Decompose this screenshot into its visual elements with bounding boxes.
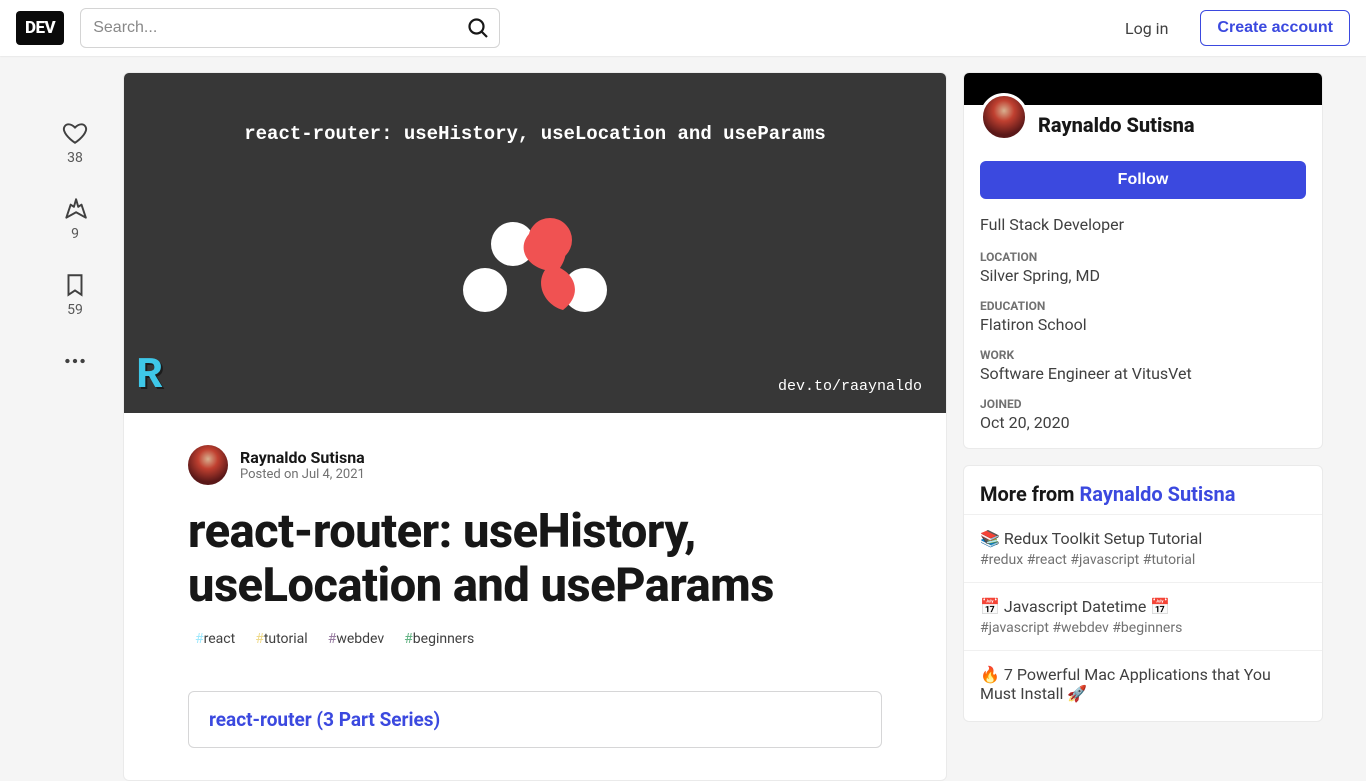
more-item-tags: #javascript #webdev #beginners: [980, 620, 1306, 636]
search-input[interactable]: [80, 8, 500, 48]
site-header: DEV Log in Create account: [0, 0, 1366, 56]
author-meta: LOCATION Silver Spring, MD EDUCATION Fla…: [980, 250, 1306, 432]
unicorn-icon: [62, 196, 88, 222]
meta-value-location: Silver Spring, MD: [980, 266, 1306, 285]
meta-value-joined: Oct 20, 2020: [980, 413, 1306, 432]
tag-webdev[interactable]: #webdev: [321, 627, 391, 651]
more-from-heading: More from Raynaldo Sutisna: [964, 466, 1322, 514]
series-box[interactable]: react-router (3 Part Series): [188, 691, 882, 748]
author-mark-icon: R: [136, 351, 162, 401]
like-count: 38: [67, 150, 83, 166]
author-card-avatar[interactable]: [980, 93, 1028, 141]
tag-tutorial[interactable]: #tutorial: [248, 627, 315, 651]
author-avatar[interactable]: [188, 445, 228, 485]
like-button[interactable]: 38: [62, 120, 88, 166]
tag-beginners[interactable]: #beginners: [397, 627, 481, 651]
more-item-title: 📚 Redux Toolkit Setup Tutorial: [980, 529, 1306, 548]
more-options-button[interactable]: [62, 348, 88, 374]
dots-icon: [62, 348, 88, 374]
search-button[interactable]: [460, 12, 496, 44]
search-wrap: [80, 8, 500, 48]
meta-label-joined: JOINED: [980, 397, 1306, 411]
main-column: react-router: useHistory, useLocation an…: [123, 72, 947, 781]
sidebar: Raynaldo Sutisna Follow Full Stack Devel…: [963, 72, 1323, 781]
author-card: Raynaldo Sutisna Follow Full Stack Devel…: [963, 72, 1323, 449]
author-name-link[interactable]: Raynaldo Sutisna: [240, 448, 365, 467]
meta-label-work: WORK: [980, 348, 1306, 362]
author-bio: Full Stack Developer: [980, 215, 1306, 234]
follow-button[interactable]: Follow: [980, 161, 1306, 199]
bookmark-count: 59: [67, 302, 83, 318]
search-icon: [466, 16, 490, 40]
cover-title: react-router: useHistory, useLocation an…: [124, 123, 946, 145]
meta-value-education: Flatiron School: [980, 315, 1306, 334]
more-from-author-link[interactable]: Raynaldo Sutisna: [1079, 482, 1235, 506]
author-byline: Raynaldo Sutisna Posted on Jul 4, 2021: [188, 445, 882, 485]
more-from-card: More from Raynaldo Sutisna 📚 Redux Toolk…: [963, 465, 1323, 722]
article-tags: #react #tutorial #webdev #beginners: [188, 627, 882, 651]
unicorn-count: 9: [71, 226, 79, 242]
unicorn-button[interactable]: 9: [62, 196, 88, 242]
meta-value-work: Software Engineer at VitusVet: [980, 364, 1306, 383]
create-account-button[interactable]: Create account: [1200, 10, 1350, 46]
bookmark-icon: [62, 272, 88, 298]
more-item[interactable]: 📅 Javascript Datetime 📅 #javascript #web…: [964, 582, 1322, 650]
cover-image: react-router: useHistory, useLocation an…: [124, 73, 946, 413]
dev-logo[interactable]: DEV: [16, 11, 64, 45]
more-item-tags: #redux #react #javascript #tutorial: [980, 552, 1306, 568]
meta-label-location: LOCATION: [980, 250, 1306, 264]
meta-label-education: EDUCATION: [980, 299, 1306, 313]
more-item[interactable]: 🔥 7 Powerful Mac Applications that You M…: [964, 650, 1322, 721]
more-item-title: 📅 Javascript Datetime 📅: [980, 597, 1306, 616]
series-title: react-router (3 Part Series): [209, 708, 861, 731]
post-date: Posted on Jul 4, 2021: [240, 467, 365, 482]
cover-credit: dev.to/raaynaldo: [778, 378, 922, 395]
tag-react[interactable]: #react: [188, 627, 242, 651]
article: react-router: useHistory, useLocation an…: [123, 72, 947, 781]
reactions-bar: 38 9 59: [43, 72, 107, 781]
bookmark-button[interactable]: 59: [62, 272, 88, 318]
heart-icon: [62, 120, 88, 146]
author-card-name-link[interactable]: Raynaldo Sutisna: [1038, 97, 1195, 137]
more-item-title: 🔥 7 Powerful Mac Applications that You M…: [980, 665, 1306, 703]
react-router-logo-icon: [415, 190, 655, 330]
article-title: react-router: useHistory, useLocation an…: [188, 505, 882, 613]
login-link[interactable]: Log in: [1109, 11, 1184, 46]
more-item[interactable]: 📚 Redux Toolkit Setup Tutorial #redux #r…: [964, 514, 1322, 582]
